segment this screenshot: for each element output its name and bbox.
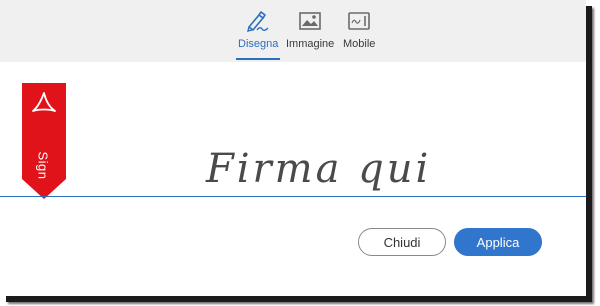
tab-mobile-label: Mobile <box>343 38 376 50</box>
apply-button[interactable]: Applica <box>454 228 542 256</box>
tab-image-label: Immagine <box>286 38 335 50</box>
signature-placeholder[interactable]: Firma qui <box>206 146 431 192</box>
tab-image[interactable]: Immagine <box>286 10 334 50</box>
image-icon <box>299 10 321 32</box>
signature-baseline <box>0 196 586 197</box>
close-button[interactable]: Chiudi <box>358 228 446 256</box>
mobile-device-icon <box>348 10 371 32</box>
sign-ribbon: Sign <box>22 83 66 204</box>
sign-dialog: Disegna Immagine Mobile Sign Firma qui C… <box>0 0 586 296</box>
pen-draw-icon <box>245 10 271 32</box>
tab-mobile[interactable]: Mobile <box>343 10 375 50</box>
ribbon-label: Sign <box>35 150 51 180</box>
tab-draw[interactable]: Disegna <box>235 10 281 60</box>
tab-draw-label: Disegna <box>238 38 279 50</box>
signature-mode-toolbar: Disegna Immagine Mobile <box>0 0 586 62</box>
